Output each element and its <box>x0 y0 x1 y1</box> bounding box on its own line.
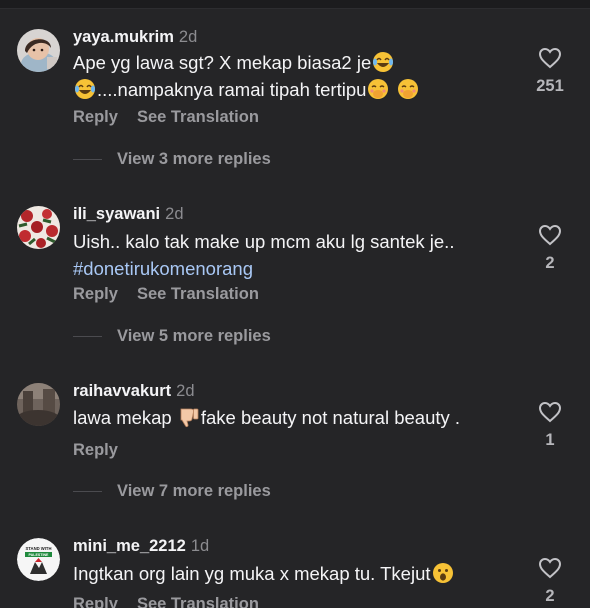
reply-button[interactable]: Reply <box>73 285 118 303</box>
comment-header: raihavvakurt 2d <box>73 382 195 401</box>
view-more-replies-label: View 3 more replies <box>117 150 271 168</box>
svg-text:PALESTINE: PALESTINE <box>29 553 50 557</box>
reply-divider <box>73 336 102 338</box>
comment-actions: Reply See Translation <box>73 285 278 304</box>
like-button[interactable]: 2 <box>530 224 570 273</box>
like-count: 251 <box>536 77 564 95</box>
comment-text-line: ....nampaknya ramai tipah tertipu <box>97 79 367 100</box>
avatar[interactable] <box>17 29 60 72</box>
face-with-hand-over-mouth-icon <box>367 78 389 100</box>
comment-text-line: Ape yg lawa sgt? X mekap biasa2 je <box>73 52 372 73</box>
reply-divider <box>73 491 102 493</box>
avatar[interactable] <box>17 206 60 249</box>
hushed-face-icon <box>432 562 454 584</box>
comment-text-line: lawa mekap <box>73 407 177 428</box>
comment-text: Uish.. kalo tak make up mcm aku lg sante… <box>73 228 513 282</box>
comment-actions: Reply <box>73 441 137 460</box>
comment-text: Ape yg lawa sgt? X mekap biasa2 je ....n… <box>73 49 513 103</box>
see-translation-button[interactable]: See Translation <box>137 285 259 303</box>
avatar[interactable]: STAND WITH PALESTINE <box>17 538 60 581</box>
top-divider <box>0 0 590 9</box>
heart-outline-icon <box>538 47 562 69</box>
comment-header: yaya.mukrim 2d <box>73 28 197 47</box>
face-with-tears-of-joy-icon <box>74 78 96 100</box>
comments-panel: yaya.mukrim 2d Ape yg lawa sgt? X mekap b… <box>0 0 590 608</box>
view-more-replies[interactable]: View 5 more replies <box>73 327 271 346</box>
like-count: 2 <box>545 254 555 272</box>
comment-text-line: fake beauty not natural beauty . <box>200 407 461 428</box>
comment-text-line: Ingtkan org lain yg muka x mekap tu. Tke… <box>73 563 431 584</box>
svg-text:STAND WITH: STAND WITH <box>26 546 52 551</box>
heart-outline-icon <box>538 224 562 246</box>
like-count: 2 <box>545 587 555 605</box>
reply-button[interactable]: Reply <box>73 108 118 126</box>
palestine-avatar-logo: STAND WITH PALESTINE <box>17 538 60 581</box>
face-with-tears-of-joy-icon <box>372 51 394 73</box>
comment-text: Ingtkan org lain yg muka x mekap tu. Tke… <box>73 560 513 587</box>
username[interactable]: yaya.mukrim <box>73 28 174 46</box>
face-with-hand-over-mouth-icon <box>397 78 419 100</box>
view-more-replies[interactable]: View 7 more replies <box>73 482 271 501</box>
avatar[interactable] <box>17 383 60 426</box>
comment-time: 2d <box>176 382 195 400</box>
like-count: 1 <box>545 431 555 449</box>
comment-header: ili_syawani 2d <box>73 205 184 224</box>
comment-header: mini_me_2212 1d <box>73 537 209 556</box>
username[interactable]: ili_syawani <box>73 205 160 223</box>
like-button[interactable]: 2 <box>530 557 570 606</box>
comment-text: lawa mekap fake beauty not natural beaut… <box>73 404 513 431</box>
reply-button[interactable]: Reply <box>73 595 118 608</box>
hashtag-link[interactable]: #donetirukomenorang <box>73 258 253 279</box>
comment-actions: Reply See Translation <box>73 595 278 608</box>
view-more-replies-label: View 5 more replies <box>117 327 271 345</box>
like-button[interactable]: 1 <box>530 401 570 450</box>
view-more-replies-label: View 7 more replies <box>117 482 271 500</box>
heart-outline-icon <box>538 401 562 423</box>
thumbs-down-icon <box>178 406 200 428</box>
comment-time: 2d <box>165 205 184 223</box>
reply-button[interactable]: Reply <box>73 441 118 459</box>
username[interactable]: mini_me_2212 <box>73 537 186 555</box>
see-translation-button[interactable]: See Translation <box>137 108 259 126</box>
comment-text-line: Uish.. kalo tak make up mcm aku lg sante… <box>73 231 455 252</box>
reply-divider <box>73 159 102 161</box>
see-translation-button[interactable]: See Translation <box>137 595 259 608</box>
heart-outline-icon <box>538 557 562 579</box>
view-more-replies[interactable]: View 3 more replies <box>73 150 271 169</box>
like-button[interactable]: 251 <box>530 47 570 96</box>
username[interactable]: raihavvakurt <box>73 382 171 400</box>
comment-actions: Reply See Translation <box>73 108 278 127</box>
comment-time: 1d <box>190 537 210 555</box>
comment-time: 2d <box>178 28 198 46</box>
